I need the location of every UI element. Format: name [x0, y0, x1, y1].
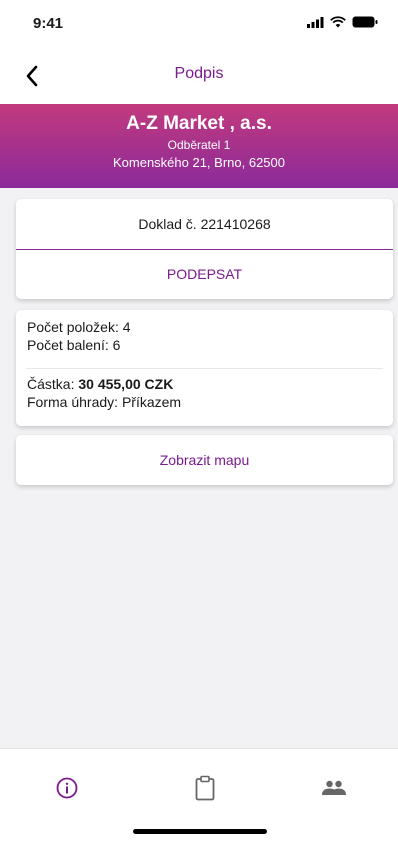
payment-value: Příkazem [121, 394, 182, 410]
status-time: 9:41 [33, 15, 64, 32]
clipboard-icon [195, 775, 215, 801]
packages-count-label: Počet balení: [27, 337, 109, 353]
tab-info[interactable] [51, 773, 83, 803]
people-icon [322, 780, 346, 795]
document-number: Doklad č. 221410268 [16, 199, 393, 250]
amount-row: Částka: 30 455,00 CZK [27, 376, 173, 392]
show-map-button[interactable]: Zobrazit mapu [16, 435, 393, 485]
status-bar: 9:41 [0, 0, 398, 48]
status-icons [307, 16, 378, 28]
tab-clipboard[interactable] [189, 773, 221, 803]
battery-icon [352, 16, 378, 28]
customer-header: A-Z Market , a.s. Odběratel 1 Komenského… [0, 104, 398, 188]
customer-name: Odběratel 1 [167, 138, 231, 152]
info-icon [56, 777, 78, 799]
summary-divider [26, 368, 383, 369]
page-title: Podpis [174, 65, 224, 82]
document-card: Doklad č. 221410268 PODEPSAT [16, 199, 393, 299]
summary-card: Počet položek: 4 Počet balení: 6 Částka:… [16, 310, 393, 426]
amount-label: Částka: [27, 376, 75, 392]
items-count-label: Počet položek: [27, 319, 119, 335]
packages-count-row: Počet balení: 6 [27, 337, 120, 353]
payment-label: Forma úhrady: [27, 394, 119, 410]
company-name: A-Z Market , a.s. [126, 113, 272, 134]
home-indicator [133, 829, 267, 834]
wifi-icon [330, 16, 346, 28]
payment-row: Forma úhrady: Příkazem [27, 394, 181, 410]
items-count-row: Počet položek: 4 [27, 319, 131, 335]
sign-button[interactable]: PODEPSAT [16, 250, 393, 299]
signal-icon [307, 16, 324, 28]
packages-count-value: 6 [112, 337, 121, 353]
customer-address: Komenského 21, Brno, 62500 [112, 155, 285, 170]
tab-contacts[interactable] [318, 773, 350, 803]
navigation-bar: Podpis [0, 48, 398, 104]
items-count-value: 4 [122, 319, 131, 335]
amount-value: 30 455,00 CZK [78, 376, 174, 392]
